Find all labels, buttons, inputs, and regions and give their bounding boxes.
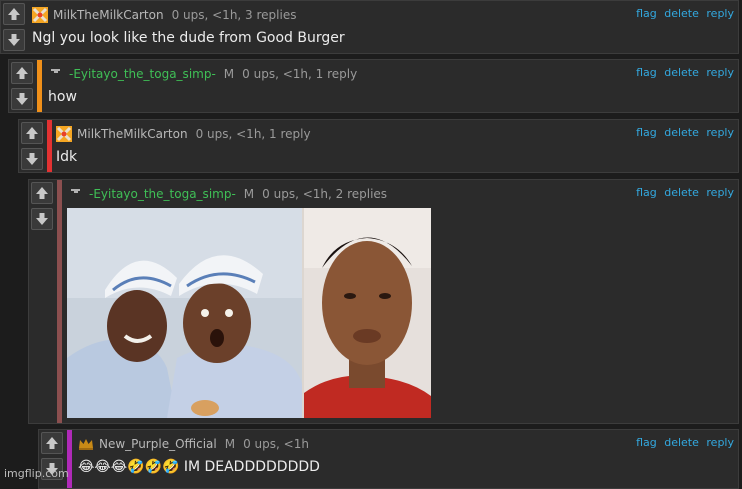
comment-text: how [48,89,77,105]
comment-actions: flag delete reply [632,126,734,139]
comment-header: -Eyitayo_the_toga_simp- M 0 ups, <1h, 1 … [48,66,357,82]
imgflip-watermark: imgflip.com [4,467,69,480]
comment-meta: 0 ups, <1h, 2 replies [262,187,388,201]
comment-3: MilkTheMilkCarton 0 ups, <1h, 1 reply fl… [18,119,739,173]
comment-header: -Eyitayo_the_toga_simp- M 0 ups, <1h, 2 … [68,186,387,202]
comment-header: MilkTheMilkCarton 0 ups, <1h, 1 reply [56,126,311,142]
downvote-button[interactable] [31,208,53,230]
downvote-button[interactable] [21,148,43,170]
upvote-button[interactable] [3,3,25,25]
username[interactable]: -Eyitayo_the_toga_simp- [89,187,236,201]
username[interactable]: MilkTheMilkCarton [77,127,188,141]
thread-color-bar [37,60,42,112]
username[interactable]: MilkTheMilkCarton [53,8,164,22]
flag-link[interactable]: flag [636,66,657,79]
delete-link[interactable]: delete [664,186,699,199]
up-arrow-icon [46,437,58,449]
up-arrow-icon [16,67,28,79]
up-arrow-icon [36,187,48,199]
thread-color-bar [47,120,52,172]
reply-link[interactable]: reply [706,186,734,199]
up-arrow-icon [8,8,20,20]
comment-actions: flag delete reply [632,7,734,20]
comment-text: Idk [56,149,78,165]
comment-1: MilkTheMilkCarton 0 ups, <1h, 3 replies … [0,0,739,54]
upvote-button[interactable] [31,182,53,204]
downvote-button[interactable] [11,88,33,110]
down-arrow-icon [16,93,28,105]
orange-x-avatar-icon[interactable] [32,7,48,23]
delete-link[interactable]: delete [664,66,699,79]
vote-controls [31,182,53,234]
comment-4: -Eyitayo_the_toga_simp- M 0 ups, <1h, 2 … [28,179,739,424]
down-arrow-icon [8,34,20,46]
upvote-button[interactable] [21,122,43,144]
vote-controls [11,62,33,114]
vote-controls [21,122,43,174]
small-dash-avatar-icon[interactable] [48,66,64,82]
comment-actions: flag delete reply [632,186,734,199]
delete-link[interactable]: delete [664,7,699,20]
flag-link[interactable]: flag [636,7,657,20]
comment-actions: flag delete reply [632,436,734,449]
comment-2: -Eyitayo_the_toga_simp- M 0 ups, <1h, 1 … [8,59,739,113]
reply-link[interactable]: reply [706,126,734,139]
delete-link[interactable]: delete [664,436,699,449]
comment-text: 😂😂😂🤣🤣🤣 IM DEADDDDDDDD [78,459,320,475]
comment-image[interactable] [67,208,431,418]
thread-color-bar [57,180,62,423]
upvote-button[interactable] [11,62,33,84]
comment-header: MilkTheMilkCarton 0 ups, <1h, 3 replies [32,7,296,23]
comment-meta: 0 ups, <1h [243,437,309,451]
down-arrow-icon [36,213,48,225]
comment-meta: 0 ups, <1h, 1 reply [195,127,311,141]
small-dash-avatar-icon[interactable] [68,186,84,202]
reply-link[interactable]: reply [706,7,734,20]
upvote-button[interactable] [41,432,63,454]
comment-actions: flag delete reply [632,66,734,79]
flag-link[interactable]: flag [636,126,657,139]
comment-header: New_Purple_Official M 0 ups, <1h [78,436,309,452]
flag-link[interactable]: flag [636,186,657,199]
mod-badge: M [223,67,235,81]
mod-badge: M [224,437,236,451]
down-arrow-icon [26,153,38,165]
comment-text: Ngl you look like the dude from Good Bur… [32,30,345,46]
flag-link[interactable]: flag [636,436,657,449]
up-arrow-icon [26,127,38,139]
crown-avatar-icon[interactable] [78,436,94,452]
delete-link[interactable]: delete [664,126,699,139]
comment-meta: 0 ups, <1h, 3 replies [171,8,297,22]
username[interactable]: -Eyitayo_the_toga_simp- [69,67,216,81]
mod-badge: M [243,187,255,201]
vote-controls [3,3,25,55]
comment-5: New_Purple_Official M 0 ups, <1h flag de… [38,429,739,489]
orange-x-avatar-icon[interactable] [56,126,72,142]
comment-meta: 0 ups, <1h, 1 reply [242,67,358,81]
reply-link[interactable]: reply [706,66,734,79]
reply-link[interactable]: reply [706,436,734,449]
username[interactable]: New_Purple_Official [99,437,217,451]
downvote-button[interactable] [3,29,25,51]
